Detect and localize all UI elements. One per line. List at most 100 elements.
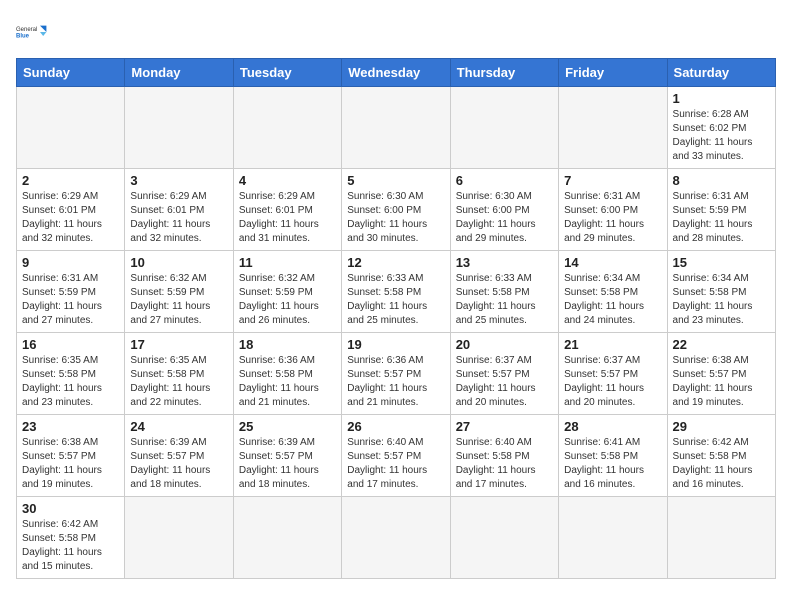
day-number: 1 [673,91,770,106]
day-info: Sunrise: 6:31 AM Sunset: 5:59 PM Dayligh… [673,190,770,246]
day-number: 9 [22,255,119,270]
day-info: Sunrise: 6:32 AM Sunset: 5:59 PM Dayligh… [239,272,336,328]
calendar-header-tuesday: Tuesday [233,59,341,87]
calendar-day-cell: 8 Sunrise: 6:31 AM Sunset: 5:59 PM Daylig… [667,169,775,251]
day-info: Sunrise: 6:37 AM Sunset: 5:57 PM Dayligh… [564,354,661,410]
day-info: Sunrise: 6:42 AM Sunset: 5:58 PM Dayligh… [22,518,119,574]
calendar-day-cell: 4Sunrise: 6:29 AM Sunset: 6:01 PM Daylig… [233,169,341,251]
day-number: 16 [22,337,119,352]
day-number: 19 [347,337,444,352]
calendar-day-cell: 14Sunrise: 6:34 AM Sunset: 5:58 PM Dayli… [559,251,667,333]
day-number: 2 [22,173,119,188]
logo: GeneralBlue [16,16,48,48]
calendar: SundayMondayTuesdayWednesdayThursdayFrid… [16,58,776,579]
calendar-day-cell: 13 Sunrise: 6:33 AM Sunset: 5:58 PM Dayli… [450,251,558,333]
day-number: 12 [347,255,444,270]
calendar-week-row: 16Sunrise: 6:35 AM Sunset: 5:58 PM Dayli… [17,333,776,415]
calendar-week-row: 30 Sunrise: 6:42 AM Sunset: 5:58 PM Dayli… [17,497,776,579]
calendar-week-row: 1Sunrise: 6:28 AM Sunset: 6:02 PM Daylig… [17,87,776,169]
day-info: Sunrise: 6:40 AM Sunset: 5:58 PM Dayligh… [456,436,553,492]
calendar-day-cell [342,497,450,579]
day-number: 8 [673,173,770,188]
calendar-day-cell: 11 Sunrise: 6:32 AM Sunset: 5:59 PM Dayli… [233,251,341,333]
day-number: 7 [564,173,661,188]
calendar-day-cell [559,497,667,579]
day-info: Sunrise: 6:31 AM Sunset: 6:00 PM Dayligh… [564,190,661,246]
calendar-day-cell [667,497,775,579]
day-number: 21 [564,337,661,352]
calendar-header-wednesday: Wednesday [342,59,450,87]
header: GeneralBlue [16,16,776,48]
day-number: 14 [564,255,661,270]
day-number: 22 [673,337,770,352]
day-info: Sunrise: 6:42 AM Sunset: 5:58 PM Dayligh… [673,436,770,492]
calendar-day-cell: 29Sunrise: 6:42 AM Sunset: 5:58 PM Dayli… [667,415,775,497]
calendar-header-friday: Friday [559,59,667,87]
day-number: 27 [456,419,553,434]
calendar-day-cell [450,497,558,579]
calendar-day-cell [233,87,341,169]
calendar-week-row: 23Sunrise: 6:38 AM Sunset: 5:57 PM Dayli… [17,415,776,497]
calendar-day-cell: 17Sunrise: 6:35 AM Sunset: 5:58 PM Dayli… [125,333,233,415]
calendar-day-cell: 23Sunrise: 6:38 AM Sunset: 5:57 PM Dayli… [17,415,125,497]
day-info: Sunrise: 6:39 AM Sunset: 5:57 PM Dayligh… [239,436,336,492]
calendar-day-cell: 19 Sunrise: 6:36 AM Sunset: 5:57 PM Dayli… [342,333,450,415]
calendar-day-cell: 26 Sunrise: 6:40 AM Sunset: 5:57 PM Dayli… [342,415,450,497]
calendar-day-cell: 24 Sunrise: 6:39 AM Sunset: 5:57 PM Dayli… [125,415,233,497]
day-info: Sunrise: 6:29 AM Sunset: 6:01 PM Dayligh… [130,190,227,246]
calendar-day-cell: 28 Sunrise: 6:41 AM Sunset: 5:58 PM Dayli… [559,415,667,497]
day-number: 26 [347,419,444,434]
day-info: Sunrise: 6:33 AM Sunset: 5:58 PM Dayligh… [347,272,444,328]
day-number: 23 [22,419,119,434]
day-number: 24 [130,419,227,434]
calendar-day-cell: 5Sunrise: 6:30 AM Sunset: 6:00 PM Daylig… [342,169,450,251]
day-number: 13 [456,255,553,270]
day-info: Sunrise: 6:37 AM Sunset: 5:57 PM Dayligh… [456,354,553,410]
day-number: 15 [673,255,770,270]
generalblue-logo-icon: GeneralBlue [16,16,48,48]
calendar-day-cell: 2Sunrise: 6:29 AM Sunset: 6:01 PM Daylig… [17,169,125,251]
calendar-day-cell: 16Sunrise: 6:35 AM Sunset: 5:58 PM Dayli… [17,333,125,415]
day-number: 11 [239,255,336,270]
day-info: Sunrise: 6:36 AM Sunset: 5:58 PM Dayligh… [239,354,336,410]
calendar-day-cell: 10 Sunrise: 6:32 AM Sunset: 5:59 PM Dayli… [125,251,233,333]
calendar-day-cell [125,87,233,169]
day-info: Sunrise: 6:38 AM Sunset: 5:57 PM Dayligh… [673,354,770,410]
calendar-day-cell [125,497,233,579]
calendar-day-cell: 9 Sunrise: 6:31 AM Sunset: 5:59 PM Daylig… [17,251,125,333]
calendar-header-monday: Monday [125,59,233,87]
calendar-day-cell: 22 Sunrise: 6:38 AM Sunset: 5:57 PM Dayli… [667,333,775,415]
day-info: Sunrise: 6:36 AM Sunset: 5:57 PM Dayligh… [347,354,444,410]
day-number: 20 [456,337,553,352]
calendar-day-cell: 7 Sunrise: 6:31 AM Sunset: 6:00 PM Daylig… [559,169,667,251]
svg-text:General: General [16,27,37,33]
day-number: 5 [347,173,444,188]
calendar-day-cell [233,497,341,579]
calendar-day-cell: 15 Sunrise: 6:34 AM Sunset: 5:58 PM Dayli… [667,251,775,333]
day-number: 3 [130,173,227,188]
calendar-week-row: 9 Sunrise: 6:31 AM Sunset: 5:59 PM Daylig… [17,251,776,333]
calendar-day-cell [342,87,450,169]
calendar-day-cell [559,87,667,169]
calendar-day-cell: 27 Sunrise: 6:40 AM Sunset: 5:58 PM Dayli… [450,415,558,497]
calendar-day-cell: 18 Sunrise: 6:36 AM Sunset: 5:58 PM Dayli… [233,333,341,415]
day-info: Sunrise: 6:40 AM Sunset: 5:57 PM Dayligh… [347,436,444,492]
day-number: 28 [564,419,661,434]
day-info: Sunrise: 6:31 AM Sunset: 5:59 PM Dayligh… [22,272,119,328]
calendar-day-cell: 1Sunrise: 6:28 AM Sunset: 6:02 PM Daylig… [667,87,775,169]
day-info: Sunrise: 6:41 AM Sunset: 5:58 PM Dayligh… [564,436,661,492]
calendar-header-sunday: Sunday [17,59,125,87]
calendar-day-cell: 30 Sunrise: 6:42 AM Sunset: 5:58 PM Dayli… [17,497,125,579]
day-number: 10 [130,255,227,270]
calendar-day-cell: 25Sunrise: 6:39 AM Sunset: 5:57 PM Dayli… [233,415,341,497]
page: GeneralBlue SundayMondayTuesdayWednesday… [0,0,792,612]
day-number: 30 [22,501,119,516]
day-info: Sunrise: 6:32 AM Sunset: 5:59 PM Dayligh… [130,272,227,328]
day-info: Sunrise: 6:34 AM Sunset: 5:58 PM Dayligh… [673,272,770,328]
day-info: Sunrise: 6:39 AM Sunset: 5:57 PM Dayligh… [130,436,227,492]
day-info: Sunrise: 6:33 AM Sunset: 5:58 PM Dayligh… [456,272,553,328]
svg-text:Blue: Blue [16,34,30,40]
calendar-day-cell: 12 Sunrise: 6:33 AM Sunset: 5:58 PM Dayli… [342,251,450,333]
day-number: 18 [239,337,336,352]
calendar-day-cell [450,87,558,169]
